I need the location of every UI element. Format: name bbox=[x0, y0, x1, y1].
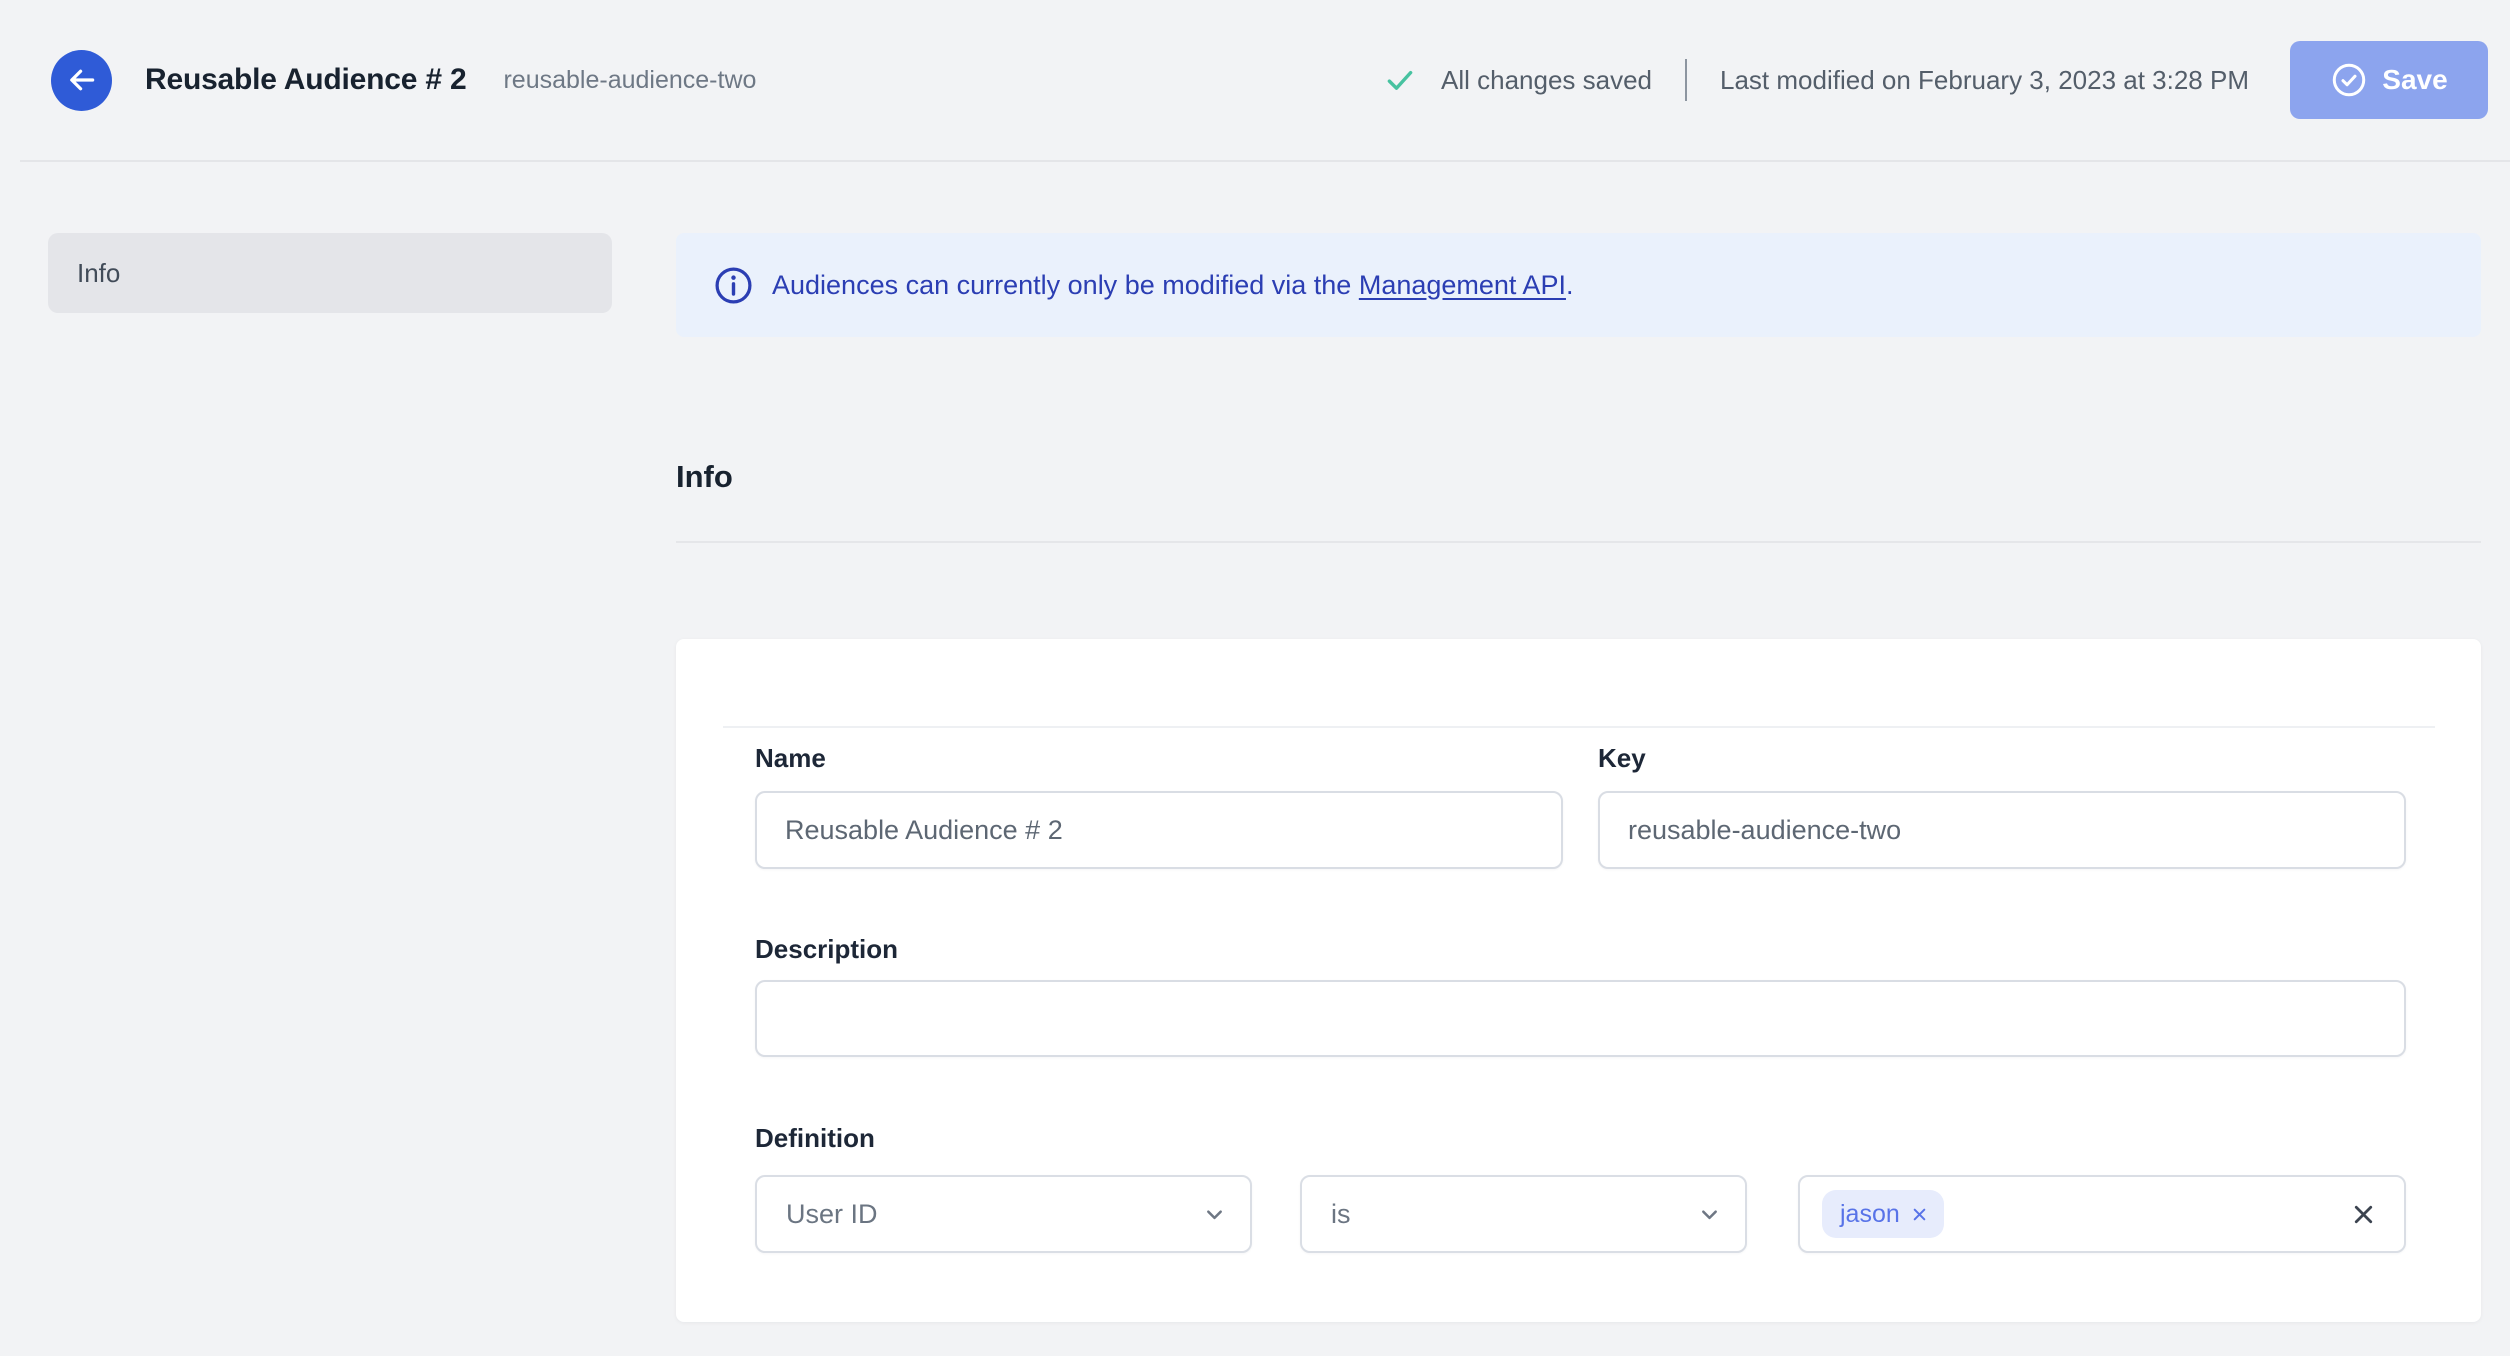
clear-x-icon bbox=[2349, 1200, 2378, 1229]
description-input[interactable] bbox=[755, 980, 2406, 1057]
main-content: Audiences can currently only be modified… bbox=[676, 233, 2481, 1322]
page-slug: reusable-audience-two bbox=[503, 65, 757, 94]
operator-select-value: is bbox=[1331, 1198, 1351, 1229]
management-api-link[interactable]: Management API bbox=[1359, 270, 1566, 300]
name-input[interactable] bbox=[755, 791, 1563, 869]
form-top-rule bbox=[723, 726, 2435, 728]
section-rule bbox=[676, 541, 2481, 543]
banner-message-suffix: . bbox=[1565, 269, 1574, 300]
tag-remove-x-icon bbox=[1909, 1204, 1930, 1225]
chevron-down-icon bbox=[1696, 1201, 1723, 1228]
trait-select-value: User ID bbox=[786, 1198, 878, 1229]
circle-check-icon bbox=[2330, 61, 2368, 99]
trait-select[interactable]: User ID bbox=[755, 1175, 1252, 1253]
info-icon bbox=[713, 265, 754, 306]
info-form-card: Name Key Description Definition User ID … bbox=[676, 639, 2481, 1322]
header-divider bbox=[1685, 59, 1688, 101]
back-button[interactable] bbox=[51, 49, 112, 111]
key-label: Key bbox=[1598, 743, 1646, 773]
save-status: All changes saved bbox=[1383, 63, 1652, 97]
value-tag: jason bbox=[1822, 1190, 1944, 1238]
header-rule bbox=[20, 160, 2510, 162]
key-input[interactable] bbox=[1598, 791, 2406, 869]
chevron-down-icon bbox=[1201, 1201, 1228, 1228]
save-status-text: All changes saved bbox=[1440, 64, 1653, 95]
page-header: Reusable Audience # 2 reusable-audience-… bbox=[0, 0, 2510, 160]
banner-message-prefix: Audiences can currently only be modified… bbox=[772, 269, 1359, 300]
section-heading: Info bbox=[676, 459, 733, 494]
info-banner: Audiences can currently only be modified… bbox=[676, 233, 2481, 337]
banner-message: Audiences can currently only be modified… bbox=[772, 270, 1573, 301]
check-icon bbox=[1383, 63, 1417, 97]
save-button[interactable]: Save bbox=[2290, 41, 2488, 119]
tag-remove-button[interactable] bbox=[1909, 1204, 1930, 1225]
definition-label: Definition bbox=[755, 1123, 875, 1153]
value-tag-label: jason bbox=[1840, 1199, 1900, 1228]
definition-values-input[interactable]: jason bbox=[1798, 1175, 2406, 1253]
sidebar: Info bbox=[48, 233, 612, 313]
save-button-label: Save bbox=[2382, 64, 2448, 95]
sidebar-item-info[interactable]: Info bbox=[48, 233, 612, 313]
operator-select[interactable]: is bbox=[1300, 1175, 1747, 1253]
sidebar-item-label: Info bbox=[77, 257, 121, 288]
last-modified-text: Last modified on February 3, 2023 at 3:2… bbox=[1720, 64, 2249, 95]
page-title: Reusable Audience # 2 bbox=[145, 63, 467, 96]
description-label: Description bbox=[755, 934, 899, 964]
clear-values-button[interactable] bbox=[2349, 1200, 2378, 1229]
name-label: Name bbox=[755, 743, 826, 773]
arrow-left-icon bbox=[65, 63, 99, 97]
